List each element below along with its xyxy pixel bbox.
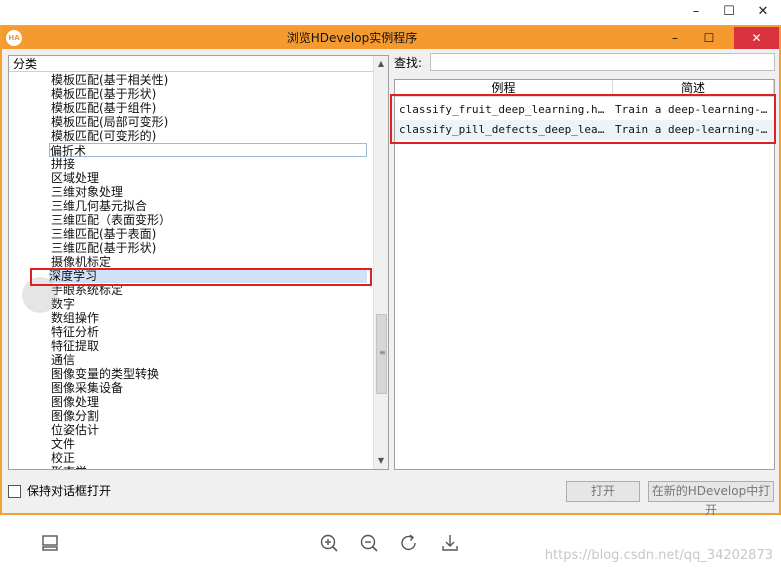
outer-minimize-button[interactable]: – [681, 2, 711, 22]
search-label: 查找: [394, 56, 423, 70]
download-icon[interactable] [439, 532, 461, 554]
outer-close-button[interactable]: ✕ [748, 2, 778, 22]
scroll-thumb[interactable]: ≡ [376, 314, 387, 394]
watermark: https://blog.csdn.net/qq_34202873 [544, 548, 773, 563]
category-scrollbar[interactable]: ▲ ≡ ▼ [373, 56, 388, 469]
grip-icon: ≡ [379, 348, 386, 357]
keep-open-label: 保持对话框打开 [27, 484, 112, 498]
tree-item[interactable]: 特征提取 [51, 339, 99, 353]
highlight-box-examples [390, 94, 776, 144]
dialog-window: HA 浏览HDevelop实例程序 – ☐ ✕ 分类 模板匹配(基于相关性) 模板… [0, 25, 781, 517]
dialog-footer: 保持对话框打开 打开 在新的HDevelop中打开 [2, 479, 779, 517]
tree-item[interactable]: 通信 [51, 353, 75, 367]
tree-item[interactable]: 偏折术 [49, 143, 367, 158]
tree-item[interactable]: 模板匹配(局部可变形) [51, 115, 168, 129]
tree-item[interactable]: 图像处理 [51, 395, 99, 409]
tree-item[interactable]: 校正 [51, 451, 75, 465]
dialog-title: 浏览HDevelop实例程序 [286, 31, 418, 45]
outer-maximize-button[interactable]: ☐ [714, 2, 744, 22]
dialog-titlebar: HA 浏览HDevelop实例程序 – ☐ ✕ [2, 27, 779, 49]
tree-item[interactable]: 三维匹配(基于形状) [51, 241, 156, 255]
tree-item[interactable]: 三维匹配（表面变形） [51, 213, 171, 227]
scroll-down-icon[interactable]: ▼ [374, 454, 388, 468]
category-panel: 分类 模板匹配(基于相关性) 模板匹配(基于形状) 模板匹配(基于组件) 模板匹配(局… [8, 55, 389, 470]
rotate-icon[interactable] [398, 532, 420, 554]
outer-titlebar: – ☐ ✕ [0, 0, 781, 24]
tree-item[interactable]: 模板匹配(基于形状) [51, 87, 156, 101]
tree-item[interactable]: 位姿估计 [51, 423, 99, 437]
search-input[interactable] [430, 53, 775, 71]
tree-item[interactable]: 三维对象处理 [51, 185, 123, 199]
tree-item[interactable]: 模板匹配(基于相关性) [51, 73, 168, 87]
tree-item[interactable]: 图像分割 [51, 409, 99, 423]
maximize-button[interactable]: ☐ [695, 27, 723, 49]
tree-item[interactable]: 模板匹配(可变形的) [51, 129, 156, 143]
scroll-up-icon[interactable]: ▲ [374, 57, 388, 71]
tree-item[interactable]: 图像采集设备 [51, 381, 123, 395]
viewer-toolbar: https://blog.csdn.net/qq_34202873 [0, 520, 781, 576]
tree-item[interactable]: 特征分析 [51, 325, 99, 339]
open-button[interactable]: 打开 [566, 481, 640, 502]
zoom-out-icon[interactable] [358, 532, 380, 554]
tree-item[interactable]: 摄像机标定 [51, 255, 111, 269]
tree-item[interactable]: 形态学 [51, 465, 87, 469]
tree-item[interactable]: 三维几何基元拟合 [51, 199, 147, 213]
tree-item[interactable]: 文件 [51, 437, 75, 451]
close-button[interactable]: ✕ [734, 27, 779, 49]
layout-icon[interactable] [39, 532, 61, 554]
highlight-box-deep-learning [30, 268, 372, 286]
tree-item[interactable]: 区域处理 [51, 171, 99, 185]
tree-item[interactable]: 拼接 [51, 157, 75, 171]
minimize-button[interactable]: – [661, 27, 689, 49]
category-header: 分类 [9, 56, 374, 72]
tree-item[interactable]: 三维匹配(基于表面) [51, 227, 156, 241]
tree-item[interactable]: 图像变量的类型转换 [51, 367, 159, 381]
zoom-in-icon[interactable] [318, 532, 340, 554]
open-in-new-hdevelop-button[interactable]: 在新的HDevelop中打开 [648, 481, 774, 517]
tree-item[interactable]: 模板匹配(基于组件) [51, 101, 156, 115]
keep-open-checkbox[interactable] [8, 485, 21, 498]
tree-item[interactable]: 数组操作 [51, 311, 99, 325]
